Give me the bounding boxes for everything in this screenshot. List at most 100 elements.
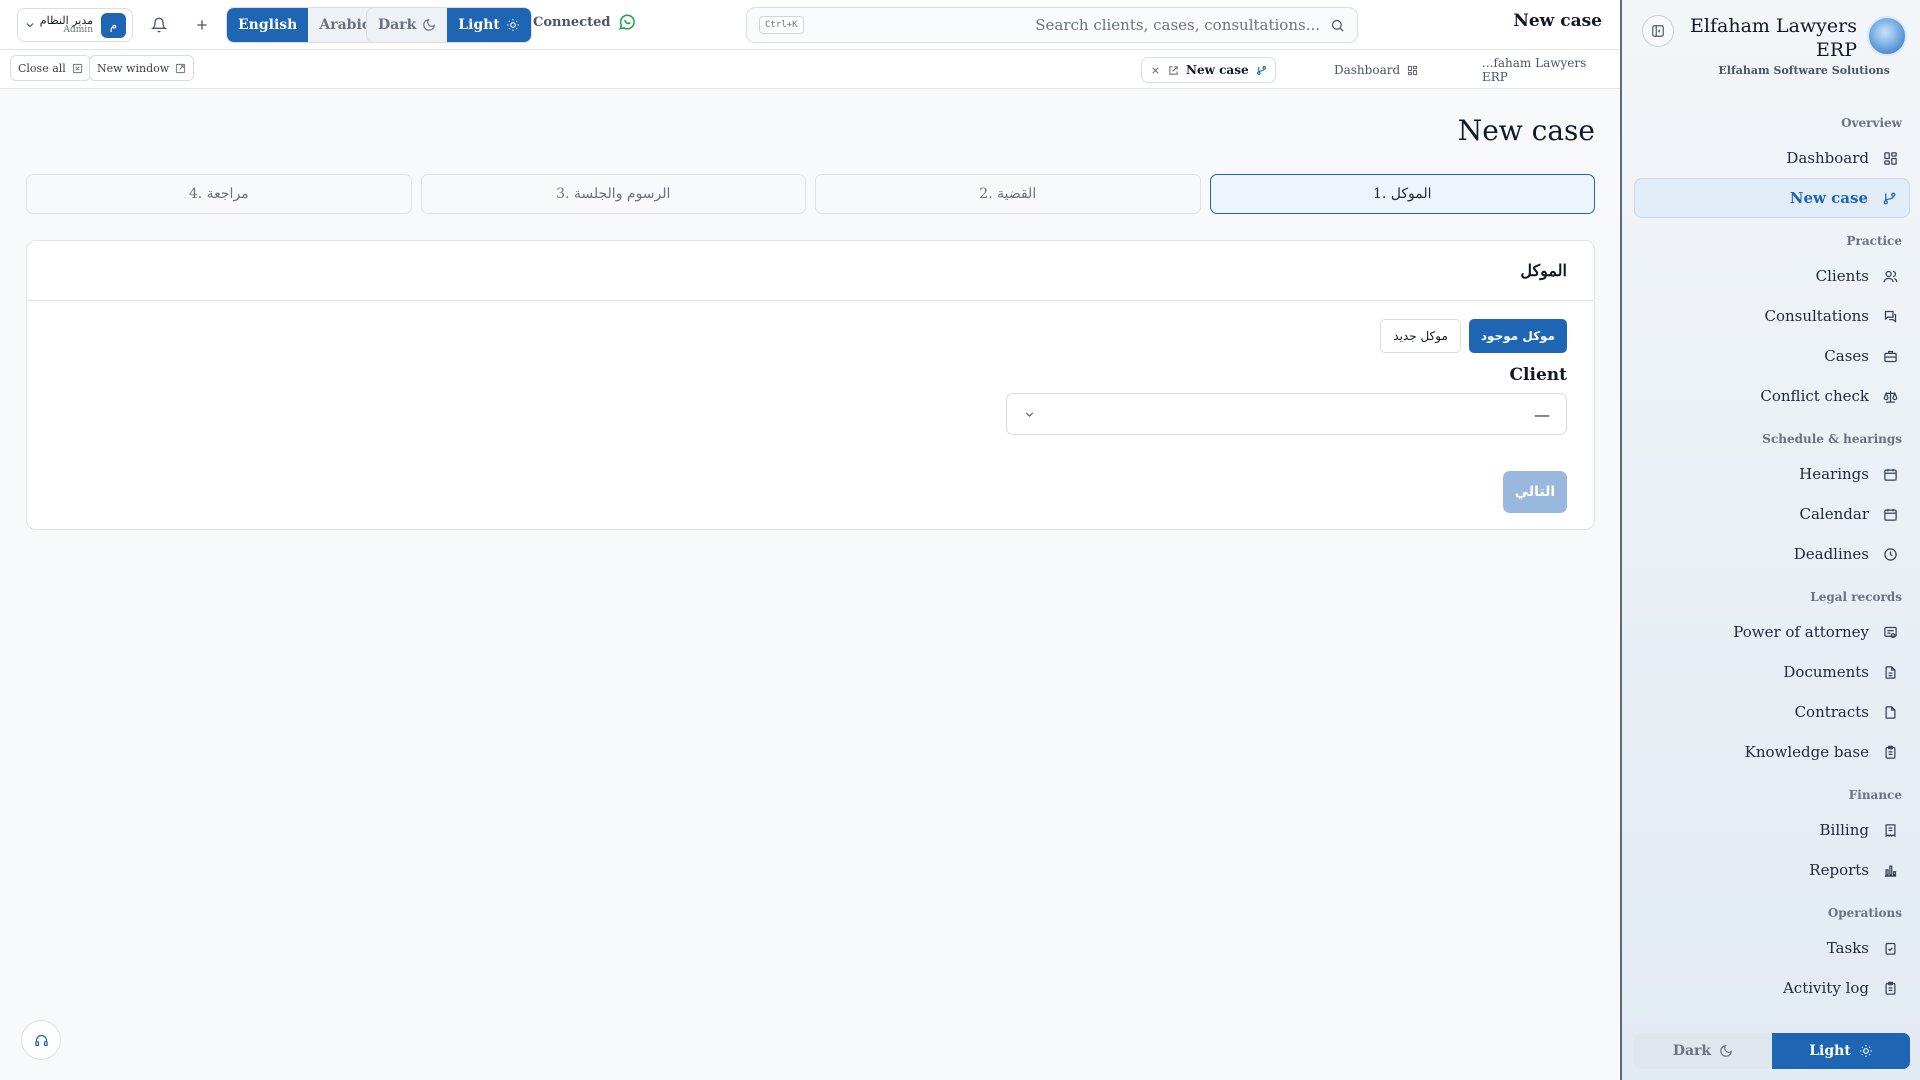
file-icon	[1885, 665, 1896, 679]
users-icon	[1883, 270, 1898, 282]
clipboard-icon	[1885, 745, 1896, 759]
add-button[interactable]	[191, 14, 213, 36]
sidebar-item-knowledge-base[interactable]: Knowledge base	[1634, 732, 1910, 772]
sidebar-item-billing[interactable]: Billing	[1634, 810, 1910, 850]
language-option-english[interactable]: English	[227, 8, 309, 42]
brand-name: Elfaham Lawyers ERP	[1690, 15, 1857, 61]
connection-status: Connected	[533, 13, 636, 31]
sidebar-section-title: Schedule & hearings	[1762, 432, 1902, 446]
language-toggle: English Arabic	[226, 7, 383, 43]
step-case[interactable]: 2. القضية	[815, 174, 1201, 214]
notifications-button[interactable]	[148, 14, 170, 36]
card-title: الموكل	[27, 241, 1594, 301]
sidebar-item-clients[interactable]: Clients	[1634, 256, 1910, 296]
stamp-icon	[1884, 626, 1897, 638]
user-menu[interactable]: مدير النظام Admin م	[17, 8, 133, 42]
clipboard-icon	[1885, 981, 1896, 995]
client-select[interactable]: —	[1006, 393, 1567, 435]
sidebar-section-title: Operations	[1827, 906, 1902, 920]
collapse-sidebar-button[interactable]	[1642, 15, 1674, 47]
window-tabs-bar: Close all New window New case Dashboard …	[0, 50, 1621, 89]
git-branch-icon	[1883, 192, 1896, 204]
new-client-button[interactable]: موكل جديد	[1380, 319, 1461, 353]
chevron-down-icon	[1025, 411, 1034, 417]
existing-client-button[interactable]: موكل موجود	[1468, 319, 1567, 353]
client-type-choice: موكل موجود موكل جديد	[1380, 319, 1567, 353]
sidebar-item-documents[interactable]: Documents	[1634, 652, 1910, 692]
sidebar-item-dashboard[interactable]: Dashboard	[1634, 138, 1910, 178]
sidebar-nav: Overview Dashboard New case Practice Cli…	[1634, 100, 1910, 1008]
sidebar-item-calendar[interactable]: Calendar	[1634, 494, 1910, 534]
sidebar-item-deadlines[interactable]: Deadlines	[1634, 534, 1910, 574]
sidebar-theme-toggle: Dark Light	[1634, 1033, 1910, 1069]
scale-icon	[1883, 390, 1898, 403]
avatar: م	[101, 12, 126, 38]
sidebar-item-new-case[interactable]: New case	[1634, 178, 1910, 218]
theme-option-light[interactable]: Light	[447, 8, 531, 42]
sidebar-item-cases[interactable]: Cases	[1634, 336, 1910, 376]
briefcase-icon	[1884, 350, 1897, 362]
sidebar-toggle-icon	[1652, 25, 1664, 37]
wizard-steps: 4. مراجعة 3. الرسوم والجلسة 2. القضية 1.…	[26, 174, 1595, 214]
theme-option-dark[interactable]: Dark	[367, 8, 447, 42]
sun-icon	[507, 19, 519, 31]
clock-icon	[1884, 547, 1897, 561]
headset-icon	[34, 1034, 48, 1046]
sidebar-item-tasks[interactable]: Tasks	[1634, 928, 1910, 968]
user-role: Admin	[63, 25, 93, 36]
clipboard-check-icon	[1885, 942, 1896, 955]
sidebar-section-title: Overview	[1841, 116, 1902, 130]
sidebar-item-power-of-attorney[interactable]: Power of attorney	[1634, 612, 1910, 652]
company-name: Elfaham Software Solutions	[1718, 64, 1890, 77]
search-input[interactable]: Search clients, cases, consultations...	[1035, 16, 1320, 34]
dashboard-icon	[1884, 151, 1897, 165]
close-icon[interactable]	[1150, 65, 1161, 76]
top-bar: مدير النظام Admin م English Arabic Dark …	[0, 0, 1621, 50]
moon-icon	[1720, 1045, 1733, 1057]
external-link-icon[interactable]	[1168, 65, 1179, 76]
next-button[interactable]: التالي	[1503, 471, 1567, 513]
calendar-icon	[1884, 468, 1897, 481]
dashboard-icon	[1408, 65, 1418, 75]
sidebar-theme-light[interactable]: Light	[1772, 1033, 1910, 1069]
sidebar-item-contracts[interactable]: Contracts	[1634, 692, 1910, 732]
calendar-icon	[1884, 508, 1897, 521]
sun-icon	[1859, 1045, 1872, 1057]
search-icon	[1331, 19, 1344, 32]
sidebar: Elfaham Lawyers ERP Elfaham Software Sol…	[1620, 0, 1920, 1080]
whatsapp-icon	[619, 14, 636, 30]
tab-erp-home[interactable]: ...faham Lawyers ERP	[1474, 56, 1621, 84]
search-shortcut: Ctrl+K	[759, 16, 804, 34]
plus-icon	[197, 20, 207, 30]
sidebar-section-title: Practice	[1846, 234, 1902, 248]
brand-logo	[1867, 16, 1907, 56]
new-window-button[interactable]: New window	[89, 55, 195, 81]
sidebar-item-reports[interactable]: Reports	[1634, 850, 1910, 890]
step-client[interactable]: 1. الموكل	[1209, 174, 1595, 214]
page-title: New case	[1457, 114, 1595, 147]
chat-icon	[1884, 310, 1897, 323]
client-select-value: —	[1534, 404, 1550, 424]
sidebar-section-title: Legal records	[1810, 590, 1902, 604]
theme-toggle: Dark Light	[366, 7, 532, 43]
global-search[interactable]: Ctrl+K Search clients, cases, consultati…	[746, 7, 1358, 43]
tab-dashboard[interactable]: Dashboard	[1326, 57, 1426, 83]
sidebar-item-consultations[interactable]: Consultations	[1634, 296, 1910, 336]
step-review[interactable]: 4. مراجعة	[26, 174, 412, 214]
close-all-icon	[72, 63, 82, 73]
bar-chart-icon	[1884, 865, 1897, 877]
sidebar-item-conflict-check[interactable]: Conflict check	[1634, 376, 1910, 416]
close-all-button[interactable]: Close all	[10, 55, 91, 81]
step-fees-hearing[interactable]: 3. الرسوم والجلسة	[420, 174, 806, 214]
support-button[interactable]	[21, 1020, 61, 1060]
sidebar-theme-dark[interactable]: Dark	[1634, 1033, 1772, 1069]
sidebar-item-activity-log[interactable]: Activity log	[1634, 968, 1910, 1008]
client-card: الموكل موكل موجود موكل جديد Client — الت…	[26, 240, 1595, 530]
sidebar-item-hearings[interactable]: Hearings	[1634, 454, 1910, 494]
file-icon	[1885, 705, 1896, 719]
moon-icon	[423, 19, 436, 31]
sidebar-section-title: Finance	[1848, 788, 1902, 802]
tab-new-case[interactable]: New case	[1141, 57, 1276, 83]
git-branch-icon	[1256, 65, 1266, 75]
topbar-title: New case	[1513, 11, 1602, 31]
